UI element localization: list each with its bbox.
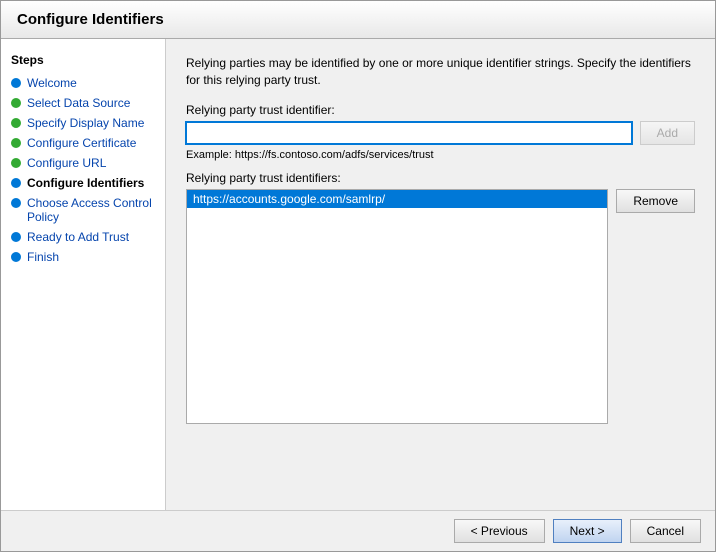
dot-icon	[11, 158, 21, 168]
dot-icon	[11, 252, 21, 262]
sidebar-item-specify-display-name[interactable]: Specify Display Name	[1, 113, 165, 133]
description-text: Relying parties may be identified by one…	[186, 55, 695, 89]
dot-icon	[11, 118, 21, 128]
remove-button[interactable]: Remove	[616, 189, 695, 213]
sidebar-item-label: Choose Access Control Policy	[27, 196, 155, 224]
sidebar-item-configure-certificate[interactable]: Configure Certificate	[1, 133, 165, 153]
sidebar-item-choose-access-control[interactable]: Choose Access Control Policy	[1, 193, 165, 227]
configure-identifiers-dialog: Configure Identifiers Steps Welcome Sele…	[0, 0, 716, 552]
sidebar-item-label: Configure Certificate	[27, 136, 136, 150]
dot-icon	[11, 198, 21, 208]
sidebar-item-welcome[interactable]: Welcome	[1, 73, 165, 93]
sidebar: Steps Welcome Select Data Source Specify…	[1, 39, 166, 510]
identifier-label: Relying party trust identifier:	[186, 103, 695, 117]
add-button[interactable]: Add	[640, 121, 695, 145]
dot-icon	[11, 178, 21, 188]
identifiers-list-label: Relying party trust identifiers:	[186, 171, 695, 185]
sidebar-item-label: Welcome	[27, 76, 77, 90]
sidebar-item-finish[interactable]: Finish	[1, 247, 165, 267]
sidebar-item-ready-to-add-trust[interactable]: Ready to Add Trust	[1, 227, 165, 247]
list-item[interactable]: https://accounts.google.com/samlrp/	[187, 190, 607, 208]
identifiers-listbox[interactable]: https://accounts.google.com/samlrp/	[186, 189, 608, 424]
identifiers-list-row: https://accounts.google.com/samlrp/ Remo…	[186, 189, 695, 424]
dialog-title: Configure Identifiers	[1, 1, 715, 39]
main-content: Relying parties may be identified by one…	[166, 39, 715, 510]
sidebar-item-label: Select Data Source	[27, 96, 130, 110]
sidebar-item-label: Configure URL	[27, 156, 106, 170]
sidebar-item-configure-identifiers[interactable]: Configure Identifiers	[1, 173, 165, 193]
dot-icon	[11, 78, 21, 88]
sidebar-item-label: Finish	[27, 250, 59, 264]
sidebar-item-label: Configure Identifiers	[27, 176, 144, 190]
next-button[interactable]: Next >	[553, 519, 622, 543]
dot-icon	[11, 138, 21, 148]
example-text: Example: https://fs.contoso.com/adfs/ser…	[186, 149, 695, 161]
cancel-button[interactable]: Cancel	[630, 519, 701, 543]
identifier-input[interactable]	[186, 122, 632, 144]
sidebar-item-label: Specify Display Name	[27, 116, 144, 130]
dot-icon	[11, 232, 21, 242]
dialog-body: Steps Welcome Select Data Source Specify…	[1, 39, 715, 510]
sidebar-item-configure-url[interactable]: Configure URL	[1, 153, 165, 173]
sidebar-item-select-data-source[interactable]: Select Data Source	[1, 93, 165, 113]
steps-label: Steps	[1, 49, 165, 73]
sidebar-item-label: Ready to Add Trust	[27, 230, 129, 244]
previous-button[interactable]: < Previous	[454, 519, 545, 543]
identifier-input-row: Add	[186, 121, 695, 145]
dialog-footer: < Previous Next > Cancel	[1, 510, 715, 551]
dot-icon	[11, 98, 21, 108]
